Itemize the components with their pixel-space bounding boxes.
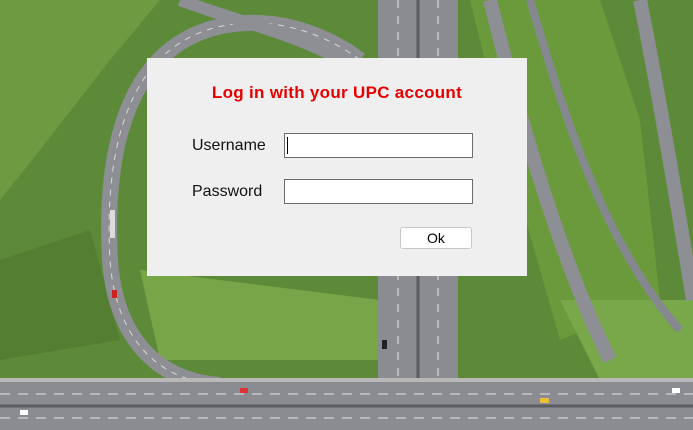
login-dialog: Log in with your UPC account Username Pa… (147, 58, 527, 276)
login-screen: Log in with your UPC account Username Pa… (0, 0, 693, 430)
username-field[interactable] (284, 133, 473, 158)
username-label: Username (192, 137, 266, 154)
password-label: Password (192, 183, 263, 200)
text-cursor (287, 137, 288, 154)
ok-button[interactable]: Ok (400, 227, 472, 249)
password-field[interactable] (284, 179, 473, 204)
login-title: Log in with your UPC account (211, 83, 463, 102)
